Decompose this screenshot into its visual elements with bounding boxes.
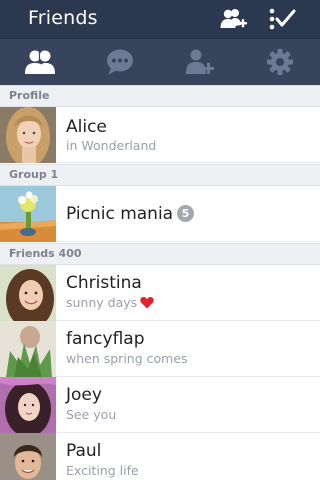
- profile-row[interactable]: Alice in Wonderland: [0, 107, 320, 163]
- section-header-group: Group 1: [0, 164, 320, 186]
- avatar: [0, 321, 56, 377]
- list-item[interactable]: Paul Exciting life: [0, 433, 320, 480]
- tab-chats[interactable]: [80, 39, 160, 85]
- group-avatar: [0, 186, 56, 242]
- list-item[interactable]: Christina sunny days: [0, 265, 320, 321]
- heart-icon: [140, 297, 154, 309]
- friend-name: fancyflap: [66, 329, 145, 349]
- group-name-label: Picnic mania: [66, 204, 174, 224]
- avatar: [0, 265, 56, 321]
- friend-status: sunny days: [66, 295, 154, 310]
- avatar: [0, 107, 56, 163]
- title-bar: Friends: [0, 0, 320, 38]
- group-row[interactable]: Picnic mania 5: [0, 186, 320, 242]
- friend-name: Paul: [66, 441, 102, 461]
- gear-icon: [267, 49, 293, 75]
- tab-bar: [0, 38, 320, 85]
- checklist-icon[interactable]: [268, 6, 296, 32]
- member-count-badge: 5: [177, 205, 195, 222]
- avatar: [0, 377, 56, 433]
- profile-name: Alice: [66, 117, 107, 137]
- tab-friends[interactable]: [0, 39, 80, 85]
- tab-settings[interactable]: [240, 39, 320, 85]
- friend-status: when spring comes: [66, 351, 188, 366]
- friend-status-text: sunny days: [66, 295, 138, 310]
- group-name: Picnic mania 5: [66, 204, 195, 224]
- add-person-icon: [186, 49, 214, 74]
- page-title: Friends: [28, 7, 98, 29]
- friend-status: See you: [66, 407, 117, 422]
- tab-add-friends[interactable]: [160, 39, 240, 85]
- friend-name: Christina: [66, 273, 142, 293]
- list-item[interactable]: fancyflap when spring comes: [0, 321, 320, 377]
- profile-status: in Wonderland: [66, 138, 157, 153]
- friend-status: Exciting life: [66, 463, 139, 478]
- section-header-friends: Friends 400: [0, 243, 320, 265]
- section-header-profile: Profile: [0, 85, 320, 107]
- friend-name: Joey: [66, 385, 102, 405]
- avatar: [0, 433, 56, 480]
- list-item[interactable]: Joey See you: [0, 377, 320, 433]
- friends-icon: [25, 50, 55, 74]
- add-friend-icon[interactable]: [220, 6, 248, 32]
- chat-icon: [107, 49, 133, 75]
